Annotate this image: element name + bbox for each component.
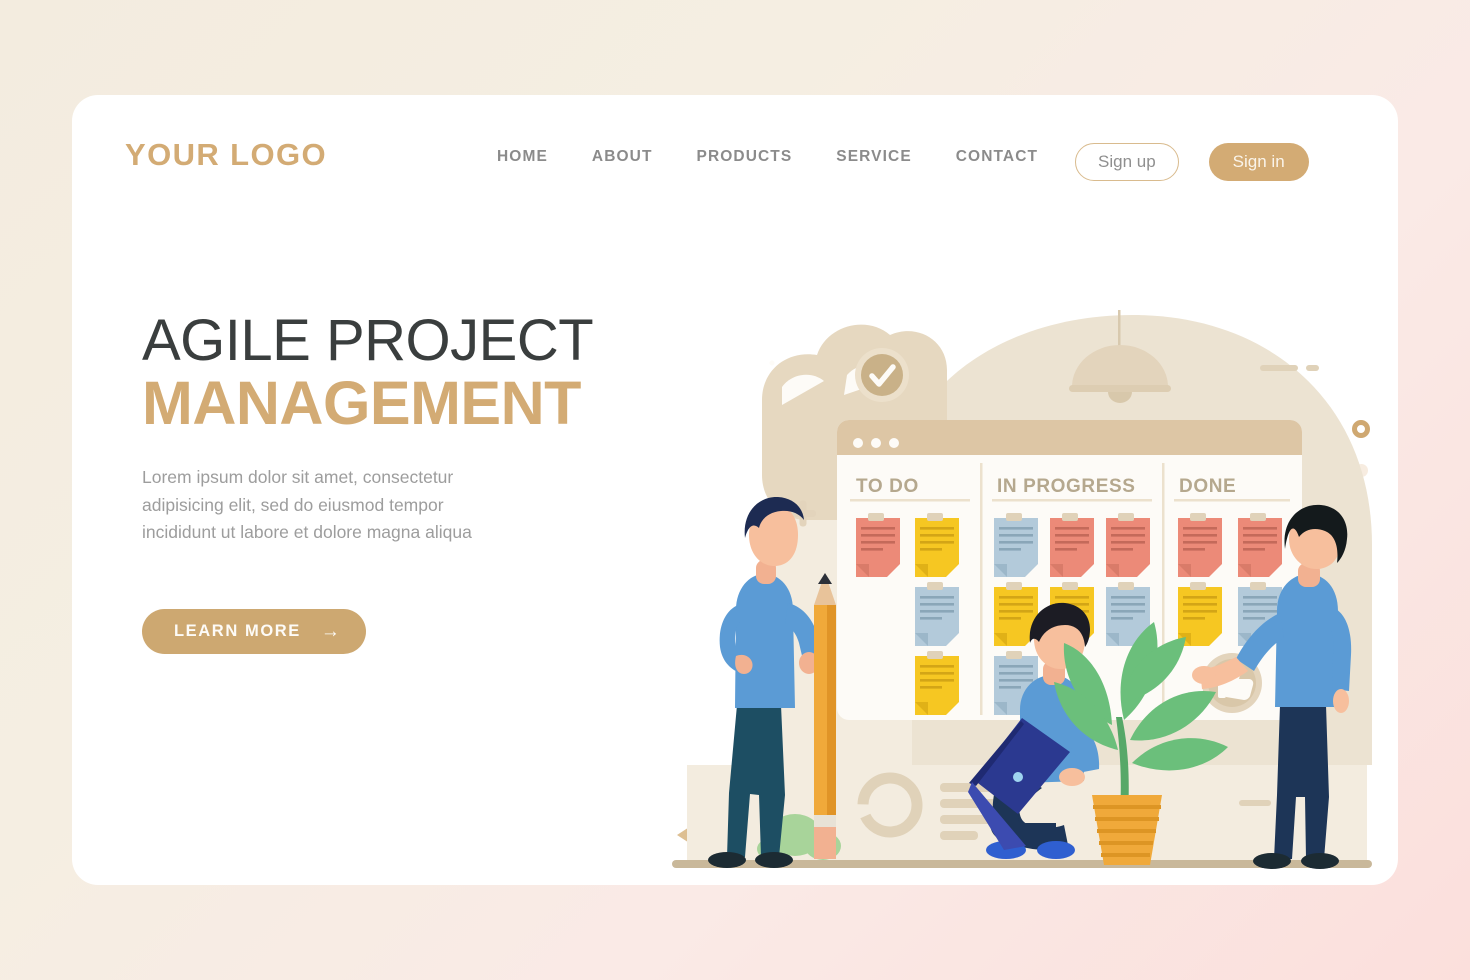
sticky-note xyxy=(1106,513,1150,577)
nav-item-home[interactable]: HOME xyxy=(497,148,548,166)
learn-more-label: LEARN MORE xyxy=(174,622,301,641)
sticky-note xyxy=(1178,582,1222,646)
landing-card: YOUR LOGO HOME ABOUT PRODUCTS SERVICE CO… xyxy=(72,95,1398,885)
nav-item-service[interactable]: SERVICE xyxy=(836,148,911,166)
sticky-note xyxy=(915,513,959,577)
arrow-right-icon: → xyxy=(320,621,340,643)
sticky-note xyxy=(856,513,900,577)
auth-buttons: Sign up Sign in xyxy=(1075,143,1309,181)
sticky-note xyxy=(1050,513,1094,577)
window-dots xyxy=(853,438,899,448)
column-title-inprogress: IN PROGRESS xyxy=(997,476,1136,497)
column-title-todo: TO DO xyxy=(856,476,919,497)
sign-up-button[interactable]: Sign up xyxy=(1075,143,1179,181)
sticky-note xyxy=(1178,513,1222,577)
nav-item-products[interactable]: PRODUCTS xyxy=(697,148,793,166)
check-badge-icon xyxy=(855,348,909,402)
nav-item-about[interactable]: ABOUT xyxy=(592,148,653,166)
site-logo[interactable]: YOUR LOGO xyxy=(125,137,327,173)
sign-in-button[interactable]: Sign in xyxy=(1208,143,1309,181)
sticky-note xyxy=(915,582,959,646)
hero-title-line1: AGILE PROJECT xyxy=(142,308,594,373)
hero-illustration: TO DO IN PROGRESS DONE xyxy=(632,205,1392,885)
sticky-note xyxy=(994,513,1038,577)
sticky-note xyxy=(915,651,959,715)
hero-section: AGILE PROJECT MANAGEMENT Lorem ipsum dol… xyxy=(142,308,702,655)
column-title-done: DONE xyxy=(1179,476,1236,497)
hero-title-line2: MANAGEMENT xyxy=(142,369,581,438)
nav-item-contact[interactable]: CONTACT xyxy=(956,148,1038,166)
sticky-note xyxy=(1238,513,1282,577)
learn-more-button[interactable]: LEARN MORE → xyxy=(142,609,366,655)
main-navigation: HOME ABOUT PRODUCTS SERVICE CONTACT xyxy=(497,148,1038,166)
pencil xyxy=(814,573,836,859)
hero-subtitle: Lorem ipsum dolor sit amet, consectetur … xyxy=(142,467,472,543)
